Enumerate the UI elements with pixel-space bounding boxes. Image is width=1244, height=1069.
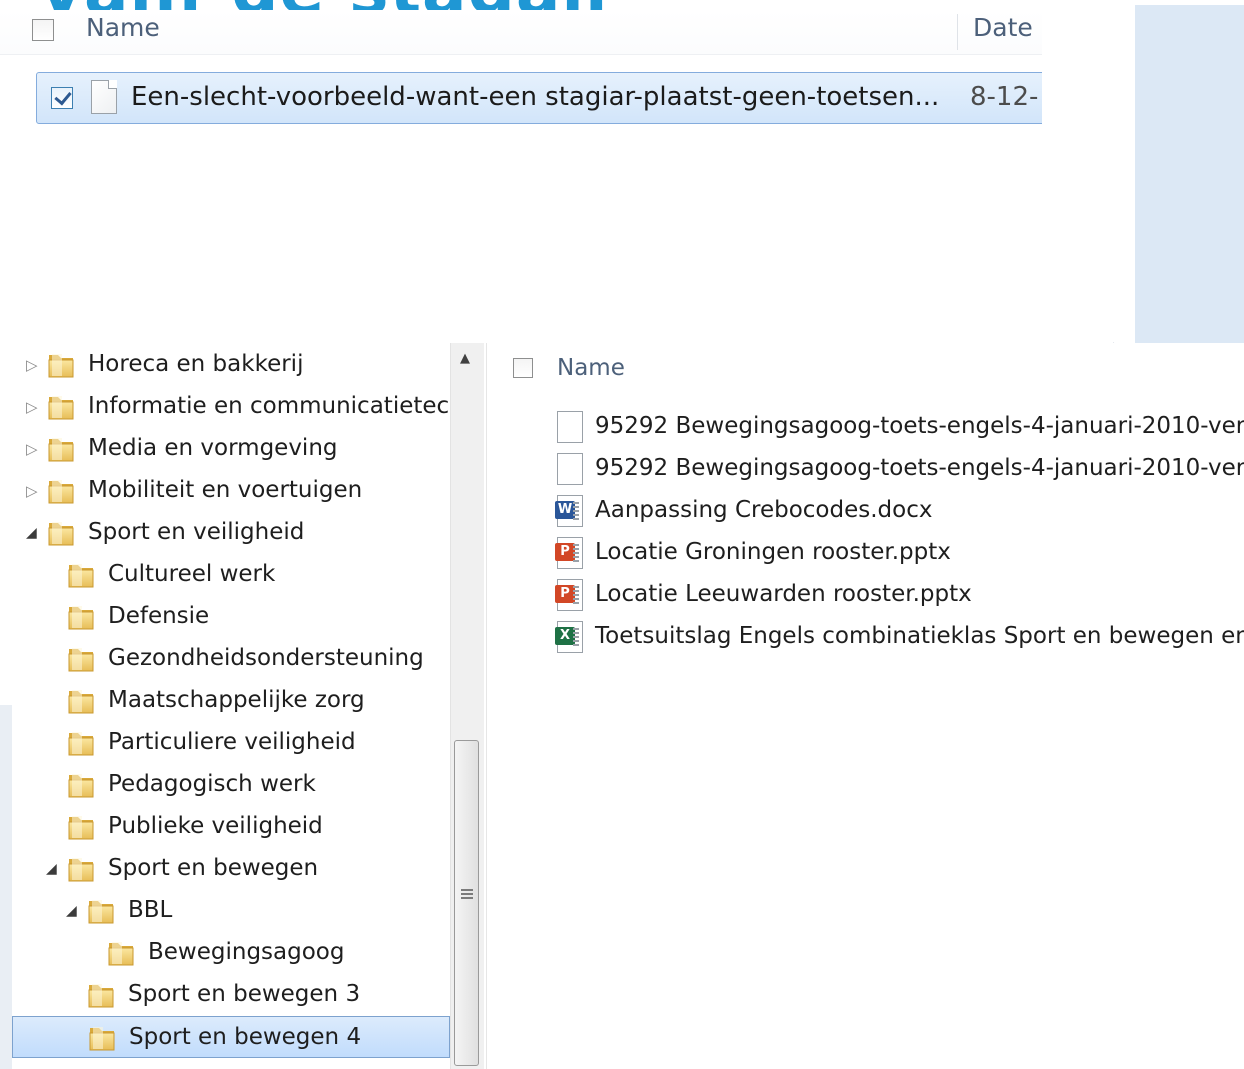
folder-icon [47,518,77,548]
file-name: Locatie Leeuwarden rooster.pptx [595,581,972,607]
tree-item-label: BBL [128,897,173,923]
scrollbar-thumb[interactable] [454,740,479,1066]
collapse-arrow-icon[interactable]: ◢ [46,861,57,877]
file-date: 8-12- [970,82,1039,112]
tree-item[interactable]: Sport en bewegen 3 [0,974,450,1016]
file-name: Locatie Groningen rooster.pptx [595,539,951,565]
folder-icon [67,812,97,842]
tree-item-label: Horeca en bakkerij [88,351,304,377]
selected-file-row[interactable]: Een-slecht-voorbeeld-want-een stagiar-pl… [36,72,1042,124]
folder-tree: ▷ Horeca en bakkerij ▷ Informatie en commun… [0,343,450,1069]
tree-item-label: Maatschappelijke zorg [108,687,365,713]
tree-item[interactable]: Publieke veiligheid [0,806,450,848]
tree-item-label: Bewegingsagoog [148,939,345,965]
tree-item[interactable]: Sport en bewegen 4 [12,1016,450,1058]
tree-item[interactable]: ▷ Informatie en communicatietechn [0,386,450,428]
tree-item[interactable]: ▷ Media en vormgeving [0,428,450,470]
file-name: Een-slecht-voorbeeld-want-een stagiar-pl… [131,82,940,112]
tree-item-label: Publieke veiligheid [108,813,323,839]
top-file-list: Name Date Een-slecht-voorbeeld-want-een … [0,10,1042,343]
tree-item-label: Pedagogisch werk [108,771,316,797]
folder-icon [47,392,77,422]
tree-item[interactable]: Particuliere veiligheid [0,722,450,764]
tree-item[interactable]: ◢ Sport en bewegen [0,848,450,890]
folder-icon [47,476,77,506]
folder-icon [67,560,97,590]
tree-item[interactable]: Pedagogisch werk [0,764,450,806]
tree-item[interactable]: ◢ Sport en veiligheid [0,512,450,554]
column-header-bar: Name Date [0,10,1042,55]
tree-item-label: Informatie en communicatietechn [88,393,450,419]
folder-icon [67,770,97,800]
tree-item[interactable]: ◢ BBL [0,890,450,932]
tree-item-label: Sport en veiligheid [88,519,305,545]
file-list: 95292 Bewegingsagoog-toets-engels-4-janu… [487,343,1244,1069]
tree-item[interactable]: Gezondheidsondersteuning [0,638,450,680]
folder-icon [88,1023,118,1053]
column-divider[interactable] [957,14,958,50]
tree-item-label: Media en vormgeving [88,435,338,461]
file-name: Toetsuitslag Engels combinatieklas Sport… [595,623,1244,649]
folder-icon [67,854,97,884]
preview-pane-background [1135,5,1244,343]
expand-arrow-icon[interactable]: ▷ [26,356,38,374]
excel-file-icon: X [555,621,583,653]
generic-file-icon [557,453,583,485]
nav-scrollbar[interactable]: ▲ [450,343,484,1069]
tree-item[interactable]: Maatschappelijke zorg [0,680,450,722]
tree-item[interactable]: Defensie [0,596,450,638]
folder-icon [47,350,77,380]
select-all-checkbox[interactable] [32,19,54,41]
folder-icon [87,980,117,1010]
column-header-name[interactable]: Name [86,13,160,42]
column-header-date[interactable]: Date [973,13,1033,42]
expand-arrow-icon[interactable]: ▷ [26,398,38,416]
collapse-arrow-icon[interactable]: ◢ [66,903,77,919]
tree-item[interactable]: Cultureel werk [0,554,450,596]
tree-item-label: Sport en bewegen 3 [128,981,361,1007]
scroll-up-arrow-icon[interactable]: ▲ [460,351,470,366]
tree-item-label: Particuliere veiligheid [108,729,356,755]
folder-icon [67,644,97,674]
folder-icon [47,434,77,464]
collapse-arrow-icon[interactable]: ◢ [26,525,37,541]
file-name: 95292 Bewegingsagoog-toets-engels-4-janu… [595,413,1244,439]
folder-icon [87,896,117,926]
expand-arrow-icon[interactable]: ▷ [26,440,38,458]
powerpoint-file-icon: P [555,579,583,611]
file-name: Aanpassing Crebocodes.docx [595,497,933,523]
tree-item[interactable]: Bewegingsagoog [0,932,450,974]
folder-icon [107,938,137,968]
powerpoint-file-icon: P [555,537,583,569]
file-list-pane: Name 95292 Bewegingsagoog-toets-engels-4… [486,343,1244,1069]
folder-icon [67,728,97,758]
tree-item-label: Sport en bewegen [108,855,319,881]
tree-item-label: Mobiliteit en voertuigen [88,477,363,503]
expand-arrow-icon[interactable]: ▷ [26,482,38,500]
tree-item-label: Cultureel werk [108,561,276,587]
tree-item-label: Gezondheidsondersteuning [108,645,424,671]
word-document-icon: W [555,495,583,527]
scrollbar-grip-icon [461,889,473,903]
row-checkbox-checked[interactable] [51,87,73,109]
folder-icon [67,686,97,716]
tree-item[interactable]: ▷ Mobiliteit en voertuigen [0,470,450,512]
generic-file-icon [557,411,583,443]
tree-item[interactable]: ▷ Horeca en bakkerij [0,344,450,386]
tree-item-label: Sport en bewegen 4 [129,1024,362,1050]
file-name: 95292 Bewegingsagoog-toets-engels-4-janu… [595,455,1244,481]
tree-item-label: Defensie [108,603,210,629]
folder-icon [67,602,97,632]
generic-file-icon [91,80,117,114]
